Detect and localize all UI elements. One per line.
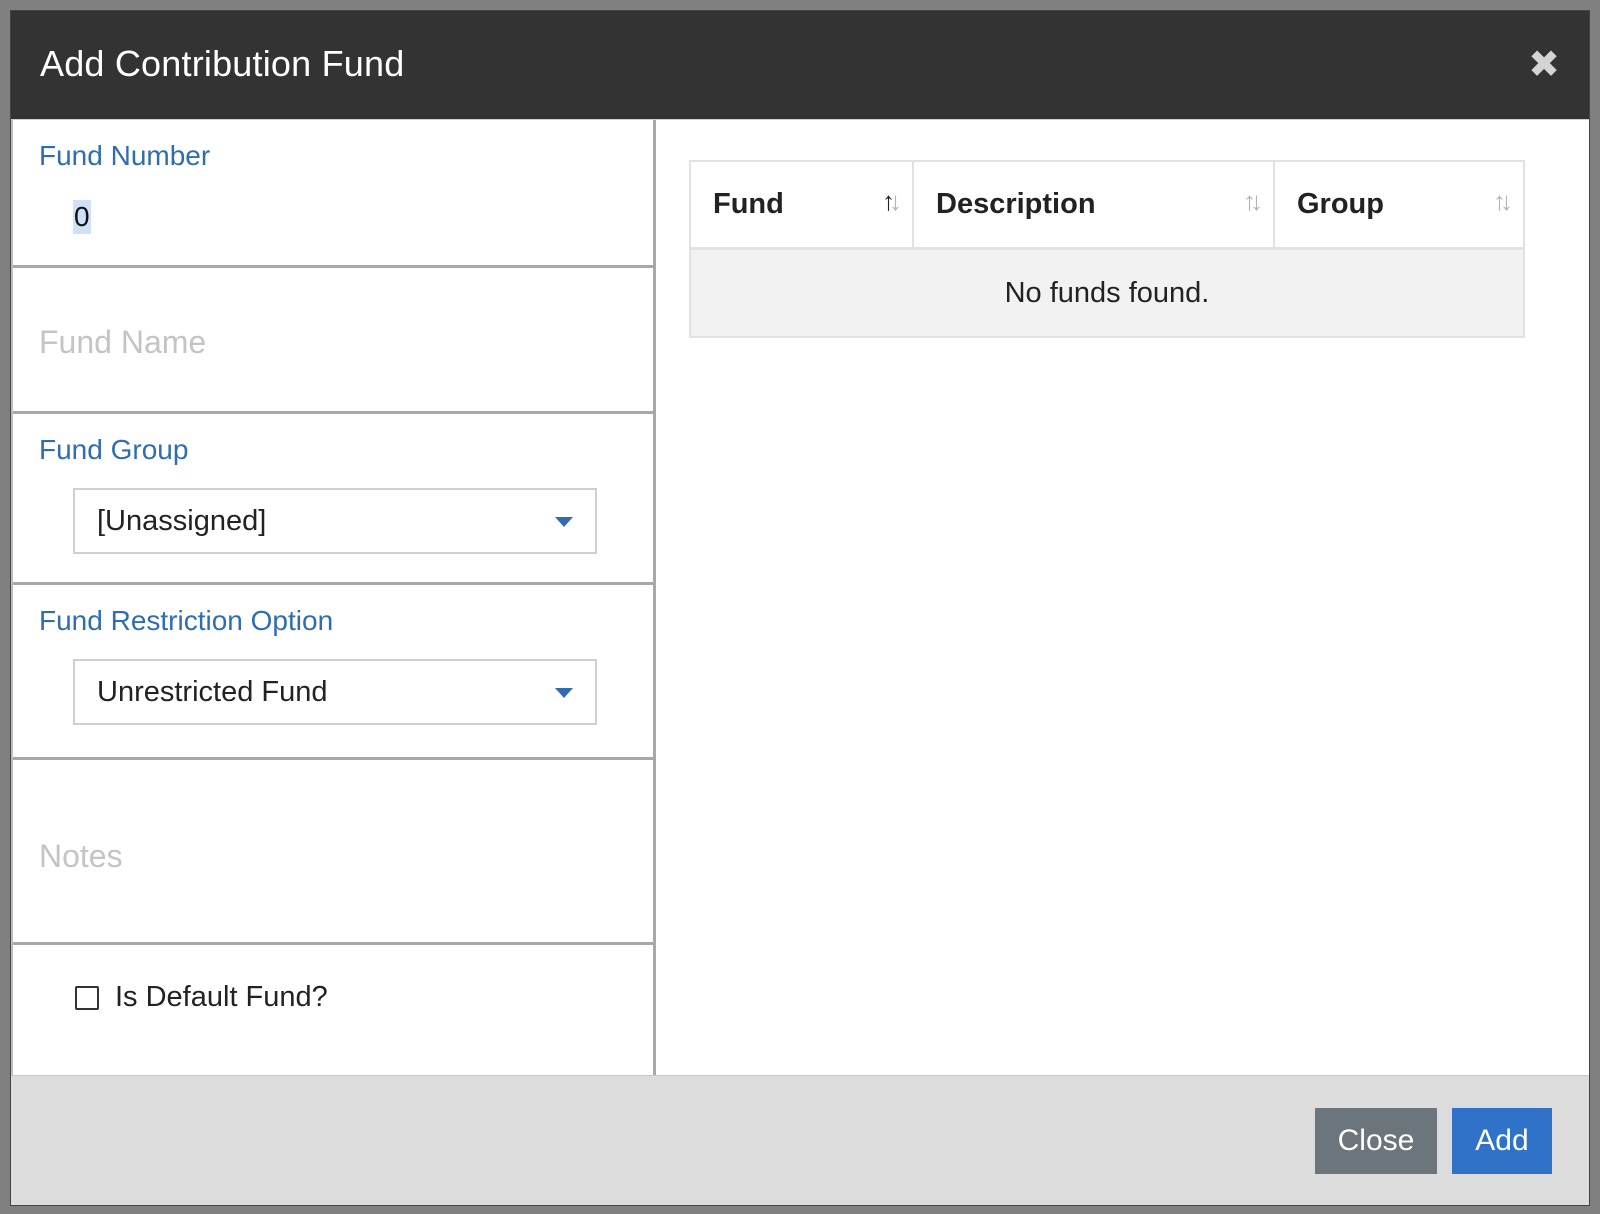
add-contribution-fund-dialog: Add Contribution Fund ✖ Fund Number 0 Fu… bbox=[10, 10, 1590, 1206]
is-default-fund-checkbox[interactable] bbox=[75, 985, 99, 1010]
notes-field[interactable]: Notes bbox=[13, 760, 653, 945]
fund-restriction-selected-value: Unrestricted Fund bbox=[97, 675, 328, 708]
fund-form: Fund Number 0 Fund Name Fund Group [Unas… bbox=[11, 120, 656, 1075]
dialog-body: Fund Number 0 Fund Name Fund Group [Unas… bbox=[11, 119, 1589, 1075]
notes-input[interactable]: Notes bbox=[39, 838, 123, 875]
table-header: Fund ↑↓ Description ↑↓ Group ↑↓ bbox=[691, 162, 1523, 250]
fund-name-field[interactable]: Fund Name bbox=[13, 268, 653, 414]
chevron-down-icon bbox=[555, 517, 573, 527]
dialog-title: Add Contribution Fund bbox=[40, 43, 405, 84]
fund-restriction-field: Fund Restriction Option Unrestricted Fun… bbox=[13, 585, 653, 760]
fund-restriction-label: Fund Restriction Option bbox=[39, 605, 334, 636]
is-default-fund-label: Is Default Fund? bbox=[115, 981, 328, 1013]
fund-number-field[interactable]: Fund Number 0 bbox=[13, 120, 653, 268]
default-fund-field: Is Default Fund? bbox=[13, 945, 653, 1075]
column-header-description[interactable]: Description ↑↓ bbox=[914, 162, 1275, 247]
column-label: Fund bbox=[713, 188, 784, 220]
fund-group-field: Fund Group [Unassigned] bbox=[13, 414, 653, 585]
column-header-group[interactable]: Group ↑↓ bbox=[1275, 162, 1523, 247]
fund-group-select[interactable]: [Unassigned] bbox=[73, 488, 597, 554]
dialog-header: Add Contribution Fund ✖ bbox=[11, 11, 1589, 119]
add-button[interactable]: Add bbox=[1452, 1107, 1552, 1174]
is-default-fund-toggle[interactable]: Is Default Fund? bbox=[75, 981, 328, 1014]
fund-group-selected-value: [Unassigned] bbox=[97, 504, 267, 537]
close-button[interactable]: Close bbox=[1315, 1107, 1437, 1174]
fund-restriction-select[interactable]: Unrestricted Fund bbox=[73, 659, 597, 725]
fund-number-input[interactable]: 0 bbox=[73, 200, 91, 234]
sort-ascending-icon[interactable]: ↑↓ bbox=[882, 186, 902, 217]
funds-table: Fund ↑↓ Description ↑↓ Group ↑↓ No funds… bbox=[689, 160, 1525, 338]
funds-table-panel: Fund ↑↓ Description ↑↓ Group ↑↓ No funds… bbox=[656, 120, 1589, 1075]
sort-icon[interactable]: ↑↓ bbox=[1243, 186, 1263, 217]
fund-group-label: Fund Group bbox=[39, 434, 189, 465]
chevron-down-icon bbox=[555, 688, 573, 698]
sort-icon[interactable]: ↑↓ bbox=[1493, 186, 1513, 217]
close-icon[interactable]: ✖ bbox=[1528, 46, 1560, 84]
empty-message: No funds found. bbox=[691, 250, 1523, 336]
fund-number-label: Fund Number bbox=[39, 140, 211, 171]
fund-name-input[interactable]: Fund Name bbox=[39, 324, 206, 361]
column-label: Description bbox=[936, 188, 1096, 220]
dialog-footer: Close Add bbox=[11, 1075, 1589, 1205]
column-label: Group bbox=[1297, 188, 1384, 220]
column-header-fund[interactable]: Fund ↑↓ bbox=[691, 162, 914, 247]
